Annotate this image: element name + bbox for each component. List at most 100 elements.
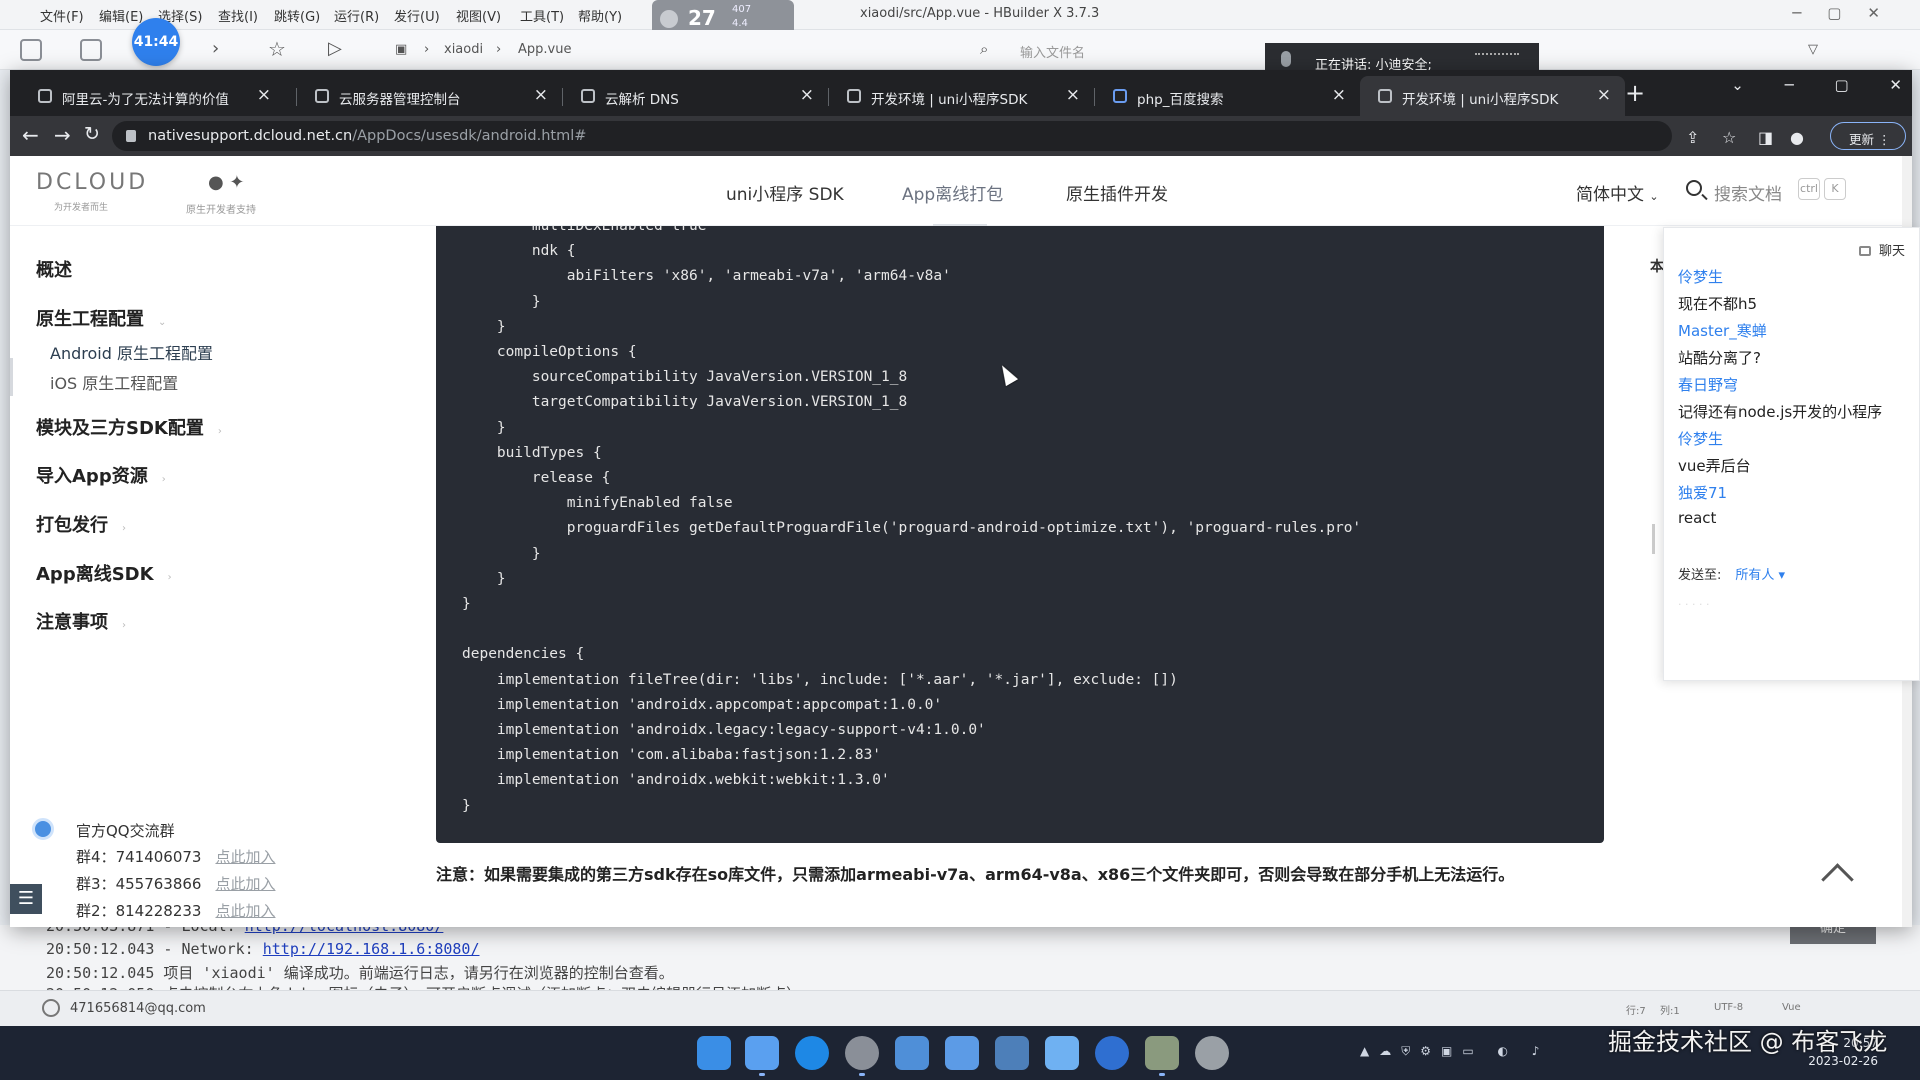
app-icon[interactable] xyxy=(945,1036,979,1070)
chat-message: vue弄后台 xyxy=(1678,457,1751,475)
menu-file[interactable]: 文件(F) xyxy=(40,6,84,25)
browser-tab[interactable]: 阿里云-为了无法计算的价值 × xyxy=(20,76,285,116)
sidebar-item-notes[interactable]: 注意事项 › xyxy=(36,608,126,634)
status-language[interactable]: Vue xyxy=(1782,1002,1801,1013)
sidebar-item-release[interactable]: 打包发行 › xyxy=(36,511,126,537)
sidebar-item-native-config[interactable]: 原生工程配置 ⌄ xyxy=(36,305,166,331)
new-tab-button[interactable]: + xyxy=(1625,79,1645,107)
app-icon[interactable] xyxy=(1045,1036,1079,1070)
tab-search-icon[interactable]: ⌄ xyxy=(1731,76,1744,94)
url-field[interactable]: nativesupport.dcloud.net.cn/AppDocs/uses… xyxy=(112,121,1672,151)
menu-publish[interactable]: 发行(U) xyxy=(394,6,440,25)
chat-input[interactable]: · · · · · xyxy=(1678,598,1709,611)
menu-toggle-icon[interactable]: ☰ xyxy=(10,884,42,914)
console-link[interactable]: http://192.168.1.6:8080/ xyxy=(263,940,480,958)
hbuilder-icon[interactable] xyxy=(1145,1036,1179,1076)
back-icon[interactable]: ← xyxy=(22,123,39,147)
nav-offline-package[interactable]: App离线打包 xyxy=(902,180,1003,205)
file-explorer-icon[interactable] xyxy=(745,1036,779,1076)
tab-favicon-icon xyxy=(315,89,329,103)
menu-view[interactable]: 视图(V) xyxy=(456,6,501,25)
language-select[interactable]: 简体中文 ⌄ xyxy=(1576,180,1659,205)
breadcrumb-file[interactable]: App.vue xyxy=(518,42,571,57)
status-encoding[interactable]: UTF-8 xyxy=(1714,1002,1743,1013)
join-group-link[interactable]: 点此加入 xyxy=(215,902,275,920)
system-tray-icons[interactable]: ▲☁⛨⚙▣▭ ◐ ♪ xyxy=(1360,1044,1549,1059)
shortcut-key: ctrl xyxy=(1798,178,1820,200)
chat-message: 记得还有node.js开发的小程序 xyxy=(1678,403,1883,421)
app-icon[interactable] xyxy=(1195,1036,1229,1070)
update-button[interactable]: 更新 ⋮ xyxy=(1830,122,1906,150)
menu-tools[interactable]: 工具(T) xyxy=(520,6,564,25)
sidebar-item-import-resources[interactable]: 导入App资源 › xyxy=(36,462,166,488)
new-file-icon[interactable] xyxy=(20,39,42,61)
app-icon[interactable] xyxy=(995,1036,1029,1070)
back-to-top-icon[interactable] xyxy=(1820,856,1854,890)
minimize-icon[interactable]: ─ xyxy=(1785,76,1794,94)
profile-icon[interactable]: ● xyxy=(1790,128,1804,147)
nav-native-plugin[interactable]: 原生插件开发 xyxy=(1066,180,1168,205)
close-icon[interactable]: × xyxy=(1597,85,1611,105)
sidebar-item-modules[interactable]: 模块及三方SDK配置 › xyxy=(36,414,222,440)
breadcrumb-project[interactable]: xiaodi xyxy=(444,42,483,57)
weather-temp: 27 xyxy=(688,6,716,30)
browser-tab[interactable]: php_百度搜索 × xyxy=(1095,76,1360,116)
lock-icon xyxy=(126,130,136,142)
close-icon[interactable]: × xyxy=(534,85,548,105)
close-icon[interactable]: × xyxy=(1332,85,1346,105)
browser-tab[interactable]: 云服务器管理控制台 × xyxy=(297,76,562,116)
app-icon[interactable] xyxy=(895,1036,929,1070)
sidebar-item-offline-sdk[interactable]: App离线SDK › xyxy=(36,560,172,586)
maximize-icon[interactable]: ▢ xyxy=(1834,76,1848,94)
sidebar-item-ios-config[interactable]: iOS 原生工程配置 xyxy=(50,370,178,394)
forward-icon[interactable]: → xyxy=(54,123,71,147)
reload-icon[interactable]: ↻ xyxy=(84,123,100,145)
close-icon[interactable]: × xyxy=(257,85,271,105)
chevron-icon: › xyxy=(122,620,126,631)
ide-window-controls[interactable]: ─▢✕ xyxy=(1792,4,1906,22)
join-group-link[interactable]: 点此加入 xyxy=(215,848,275,866)
menu-goto[interactable]: 跳转(G) xyxy=(274,6,320,25)
join-group-link[interactable]: 点此加入 xyxy=(215,875,275,893)
sidebar-item-android-config[interactable]: Android 原生工程配置 xyxy=(50,340,213,364)
account-icon[interactable] xyxy=(42,999,60,1017)
chrome-icon[interactable] xyxy=(845,1036,879,1076)
web-page: DCLOUD 为开发者而生 ● ✦ 原生开发者支持 uni小程序 SDK App… xyxy=(10,156,1902,927)
forward-icon[interactable]: › xyxy=(212,38,219,59)
doc-search[interactable]: 搜索文档 ctrl K xyxy=(1686,178,1856,206)
save-icon[interactable] xyxy=(80,39,102,61)
menu-find[interactable]: 查找(I) xyxy=(218,6,258,25)
menu-help[interactable]: 帮助(Y) xyxy=(578,6,622,25)
ide-window-title: xiaodi/src/App.vue - HBuilder X 3.7.3 xyxy=(860,6,1100,21)
run-icon[interactable]: ▷ xyxy=(328,38,342,59)
browser-tab[interactable]: 云解析 DNS × xyxy=(563,76,828,116)
star-icon[interactable]: ☆ xyxy=(268,37,286,61)
filter-icon[interactable]: ▽ xyxy=(1808,42,1818,57)
apple-android-icon[interactable]: ● ✦ xyxy=(208,172,245,193)
bookmark-star-icon[interactable]: ☆ xyxy=(1722,128,1736,147)
chevron-icon: › xyxy=(122,523,126,534)
share-icon[interactable]: ⇪ xyxy=(1686,128,1699,147)
nav-uni-sdk[interactable]: uni小程序 SDK xyxy=(726,180,844,205)
menu-edit[interactable]: 编辑(E) xyxy=(99,6,143,25)
close-icon[interactable]: × xyxy=(1066,85,1080,105)
menu-run[interactable]: 运行(R) xyxy=(334,6,379,25)
file-search-input[interactable]: 输入文件名 xyxy=(1020,42,1085,61)
close-icon[interactable]: × xyxy=(800,85,814,105)
tab-title: 云服务器管理控制台 xyxy=(339,92,461,108)
sidebar-item-overview[interactable]: 概述 xyxy=(36,256,72,282)
console-line: 20:50:12.045 项目 'xiaodi' 编译成功。前端运行日志，请另行… xyxy=(46,964,674,982)
edge-icon[interactable] xyxy=(795,1036,829,1070)
send-to-select[interactable]: 所有人 ▾ xyxy=(1735,568,1785,583)
chat-sender: 独爱71 xyxy=(1678,484,1728,502)
browser-tab[interactable]: 开发环境 | uni小程序SDK × xyxy=(829,76,1094,116)
app-icon[interactable] xyxy=(1095,1036,1129,1070)
ide-statusbar: 471656814@qq.com 行:7 列:1 UTF-8 Vue xyxy=(0,990,1920,1026)
close-window-icon[interactable]: ✕ xyxy=(1889,76,1902,94)
tab-title: 开发环境 | uni小程序SDK xyxy=(1402,92,1559,108)
browser-tab-active[interactable]: 开发环境 | uni小程序SDK × xyxy=(1360,76,1625,116)
dcloud-logo[interactable]: DCLOUD xyxy=(36,170,148,195)
start-icon[interactable] xyxy=(697,1036,731,1070)
chat-title: 聊天 xyxy=(1858,240,1905,259)
side-panel-icon[interactable]: ◨ xyxy=(1758,128,1773,147)
